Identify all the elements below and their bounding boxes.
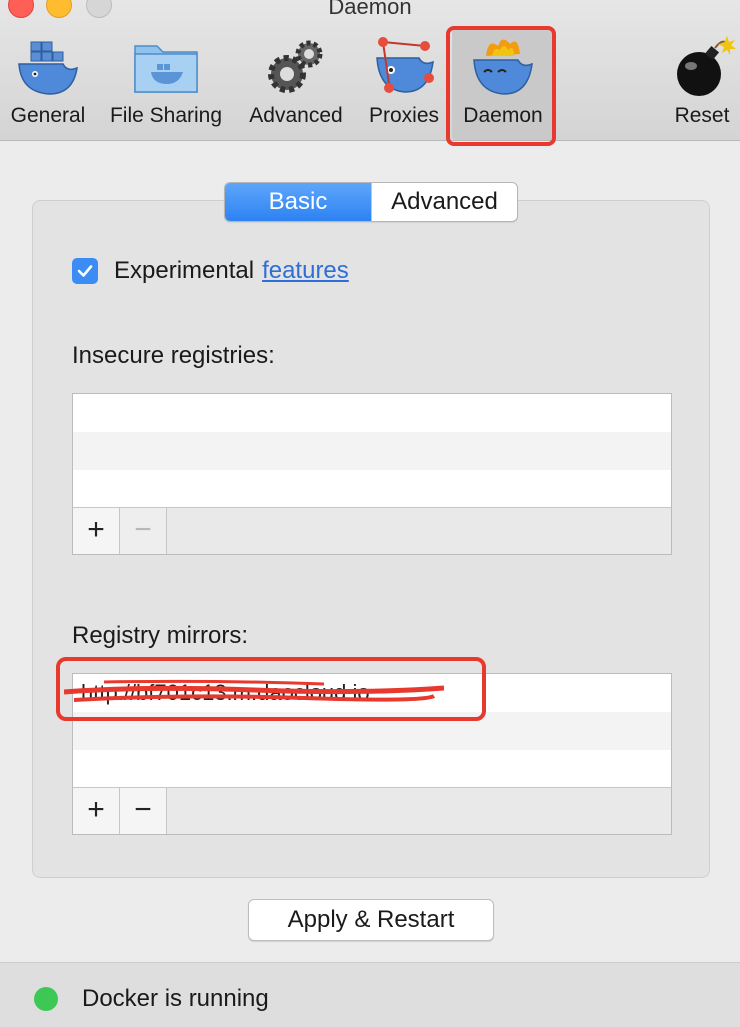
insecure-registries-label: Insecure registries: <box>72 342 275 369</box>
docker-whale-icon <box>18 41 78 95</box>
status-text: Docker is running <box>82 985 269 1012</box>
insecure-registries-controls: + − <box>73 507 671 554</box>
add-registry-mirror-button[interactable]: + <box>73 788 120 834</box>
registry-mirrors-label: Registry mirrors: <box>72 622 249 649</box>
toolbar: Daemon General File Sharing Advanced Pro… <box>0 0 740 146</box>
insecure-registries-list[interactable]: + − <box>72 393 672 555</box>
features-link[interactable]: features <box>262 257 349 285</box>
toolbar-item-label: Reset <box>674 104 730 127</box>
status-bar: Docker is running <box>0 962 740 1027</box>
experimental-features-row: Experimental features <box>72 256 349 286</box>
bomb-icon <box>677 36 736 96</box>
window-title: Daemon <box>328 0 412 19</box>
list-row <box>73 750 671 788</box>
daemon-annotation-box <box>446 26 556 146</box>
tab-basic[interactable]: Basic <box>225 183 371 221</box>
checkmark-icon <box>77 265 93 277</box>
experimental-checkbox[interactable] <box>72 258 98 284</box>
experimental-label: Experimental <box>114 257 255 284</box>
mirror-annotation-box <box>56 657 486 721</box>
add-insecure-registry-button[interactable]: + <box>73 508 120 554</box>
network-whale-icon <box>376 37 434 93</box>
toolbar-item-label: File Sharing <box>109 104 223 127</box>
list-row <box>73 394 671 432</box>
apply-restart-button[interactable]: Apply & Restart <box>248 899 494 941</box>
toolbar-item-file-sharing[interactable]: File Sharing <box>100 28 232 140</box>
list-row <box>73 432 671 470</box>
toolbar-item-general[interactable]: General <box>0 28 96 140</box>
folder-whale-icon <box>134 45 198 93</box>
registry-mirrors-controls: + − <box>73 787 671 834</box>
remove-insecure-registry-button[interactable]: − <box>120 508 167 554</box>
toolbar-item-label: Proxies <box>368 104 440 127</box>
gears-icon <box>268 40 323 93</box>
list-row <box>73 470 671 508</box>
toolbar-item-label: General <box>10 104 86 127</box>
toolbar-item-label: Advanced <box>249 104 343 127</box>
toolbar-item-advanced[interactable]: Advanced <box>240 28 352 140</box>
status-indicator <box>34 987 58 1011</box>
preferences-window: Daemon General File Sharing Advanced Pro… <box>0 0 740 1027</box>
remove-registry-mirror-button[interactable]: − <box>120 788 167 834</box>
tab-advanced[interactable]: Advanced <box>371 183 517 221</box>
toolbar-item-proxies[interactable]: Proxies <box>360 28 448 140</box>
tab-switcher: Basic Advanced <box>224 182 518 222</box>
toolbar-item-reset[interactable]: Reset <box>664 28 740 140</box>
